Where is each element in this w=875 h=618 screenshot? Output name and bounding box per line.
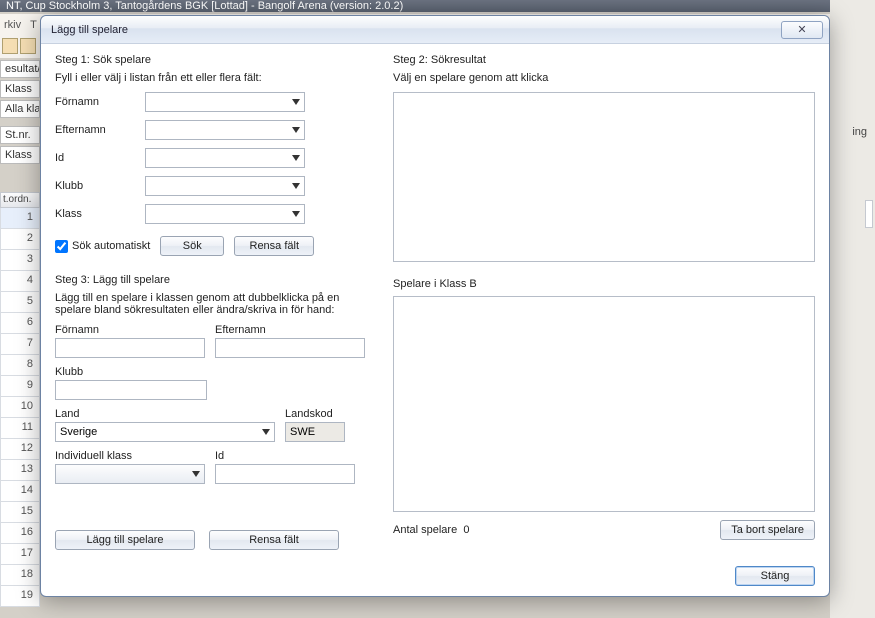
step3-clear-button[interactable]: Rensa fält — [209, 530, 339, 550]
landskod-input — [285, 422, 345, 442]
step2-hint: Välj en spelare genom att klicka — [393, 72, 815, 84]
klass-input[interactable] — [145, 204, 305, 224]
parent-right-pane — [830, 0, 875, 618]
klubb-input[interactable] — [145, 176, 305, 196]
grid-row[interactable]: 15 — [0, 502, 40, 523]
auto-search-input[interactable] — [55, 240, 68, 253]
auto-search-label: Sök automatiskt — [72, 240, 150, 252]
grid-row[interactable]: 12 — [0, 439, 40, 460]
grid-row[interactable]: 18 — [0, 565, 40, 586]
efternamn-input[interactable] — [145, 120, 305, 140]
id-input[interactable] — [145, 148, 305, 168]
grid-row[interactable]: 8 — [0, 355, 40, 376]
grid-row[interactable]: 19 — [0, 586, 40, 607]
landskod-label: Landskod — [285, 408, 345, 420]
grid-row[interactable]: 11 — [0, 418, 40, 439]
players-title: Spelare i Klass B — [393, 278, 815, 290]
left-col-header: Klass — [0, 146, 40, 164]
indiv-klass-combo[interactable] — [55, 464, 205, 484]
dialog-footer: Stäng — [41, 560, 829, 596]
grid-rows: 1 2 3 4 5 6 7 8 9 10 11 12 13 14 15 16 1… — [0, 208, 40, 607]
step3-klubb-label: Klubb — [55, 366, 275, 378]
search-button[interactable]: Sök — [160, 236, 224, 256]
indiv-klass-input[interactable] — [55, 464, 205, 484]
auto-search-checkbox[interactable]: Sök automatiskt — [55, 240, 150, 253]
grid-header: t.ordn. — [0, 192, 40, 208]
dialog-titlebar[interactable]: Lägg till spelare ✕ — [41, 16, 829, 44]
parent-toolbar — [0, 36, 40, 58]
player-count-value: 0 — [463, 524, 469, 536]
step1-hint: Fyll i eller välj i listan från ett elle… — [55, 72, 375, 84]
klass-label: Klass — [55, 208, 145, 220]
klass-combo[interactable] — [145, 204, 305, 224]
left-tab[interactable]: Alla klass — [0, 100, 40, 118]
close-button[interactable]: Stäng — [735, 566, 815, 586]
add-player-button[interactable]: Lägg till spelare — [55, 530, 195, 550]
player-count-label: Antal spelare — [393, 524, 457, 536]
klubb-label: Klubb — [55, 180, 145, 192]
parent-window-title: NT, Cup Stockholm 3, Tantogårdens BGK [L… — [0, 0, 875, 12]
remove-player-button[interactable]: Ta bort spelare — [720, 520, 815, 540]
parent-left-tabs: esultat/S Klass Alla klass St.nr. Klass — [0, 60, 40, 166]
id-label: Id — [55, 152, 145, 164]
grid-row[interactable]: 17 — [0, 544, 40, 565]
step3-hint: Lägg till en spelare i klassen genom att… — [55, 292, 355, 316]
open-icon[interactable] — [20, 38, 36, 54]
dialog-title: Lägg till spelare — [51, 24, 781, 36]
grid-row[interactable]: 6 — [0, 313, 40, 334]
step3-efternamn-label: Efternamn — [215, 324, 365, 336]
grid-row[interactable]: 13 — [0, 460, 40, 481]
grid-row[interactable]: 3 — [0, 250, 40, 271]
close-icon: ✕ — [797, 23, 806, 36]
fornamn-combo[interactable] — [145, 92, 305, 112]
grid-row[interactable]: 16 — [0, 523, 40, 544]
fornamn-label: Förnamn — [55, 96, 145, 108]
right-box — [865, 200, 873, 228]
efternamn-combo[interactable] — [145, 120, 305, 140]
left-col-header: St.nr. — [0, 126, 40, 144]
step1-title: Steg 1: Sök spelare — [55, 54, 375, 66]
grid-row[interactable]: 1 — [0, 208, 40, 229]
grid-row[interactable]: 9 — [0, 376, 40, 397]
step3-id-input[interactable] — [215, 464, 355, 484]
step3-efternamn-input[interactable] — [215, 338, 365, 358]
dialog-close-button[interactable]: ✕ — [781, 21, 823, 39]
search-results-list[interactable] — [393, 92, 815, 262]
indiv-klass-label: Individuell klass — [55, 450, 205, 462]
grid-row[interactable]: 14 — [0, 481, 40, 502]
grid-row[interactable]: 10 — [0, 397, 40, 418]
klubb-combo[interactable] — [145, 176, 305, 196]
grid-row[interactable]: 7 — [0, 334, 40, 355]
add-player-dialog: Lägg till spelare ✕ Steg 1: Sök spelare … — [40, 15, 830, 597]
step2-title: Steg 2: Sökresultat — [393, 54, 815, 66]
left-tab[interactable]: Klass — [0, 80, 40, 98]
right-cut-text: ing — [852, 126, 867, 138]
id-combo[interactable] — [145, 148, 305, 168]
left-tab[interactable]: esultat/S — [0, 60, 40, 78]
players-list[interactable] — [393, 296, 815, 512]
land-combo[interactable] — [55, 422, 275, 442]
clear-fields-button[interactable]: Rensa fält — [234, 236, 314, 256]
menu-item[interactable]: rkiv — [4, 19, 21, 31]
grid-row[interactable]: 2 — [0, 229, 40, 250]
menu-item[interactable]: T — [30, 19, 37, 31]
step3-id-label: Id — [215, 450, 355, 462]
land-label: Land — [55, 408, 275, 420]
step3-klubb-input[interactable] — [55, 380, 207, 400]
step3-fornamn-label: Förnamn — [55, 324, 205, 336]
efternamn-label: Efternamn — [55, 124, 145, 136]
fornamn-input[interactable] — [145, 92, 305, 112]
step3-fornamn-input[interactable] — [55, 338, 205, 358]
grid-row[interactable]: 4 — [0, 271, 40, 292]
new-icon[interactable] — [2, 38, 18, 54]
land-input[interactable] — [55, 422, 275, 442]
grid-row[interactable]: 5 — [0, 292, 40, 313]
step3-title: Steg 3: Lägg till spelare — [55, 274, 375, 286]
